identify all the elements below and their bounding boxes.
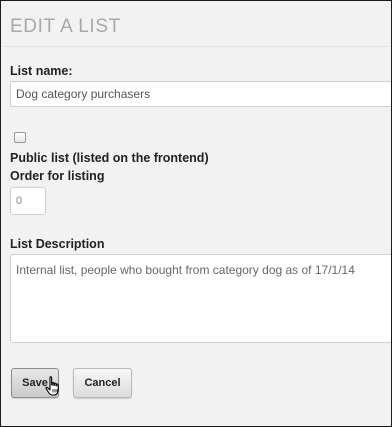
window-frame: EDIT A LIST List name: Dog category purc… [0, 0, 392, 427]
page-title: EDIT A LIST [10, 16, 121, 37]
list-description-textarea[interactable]: Internal list, people who bought from ca… [10, 254, 391, 343]
list-name-label: List name: [10, 64, 73, 78]
order-for-listing-input[interactable]: 0 [10, 187, 46, 215]
list-name-input[interactable]: Dog category purchasers [10, 81, 391, 107]
list-description-label: List Description [10, 237, 105, 251]
public-list-checkbox[interactable] [14, 132, 26, 143]
hand-pointer-icon [45, 376, 59, 396]
public-list-label: Public list (listed on the frontend) [10, 151, 209, 165]
cancel-button[interactable]: Cancel [73, 368, 132, 398]
edit-list-panel: EDIT A LIST List name: Dog category purc… [2, 2, 391, 425]
order-for-listing-label: Order for listing [10, 169, 105, 183]
title-divider [2, 46, 390, 47]
